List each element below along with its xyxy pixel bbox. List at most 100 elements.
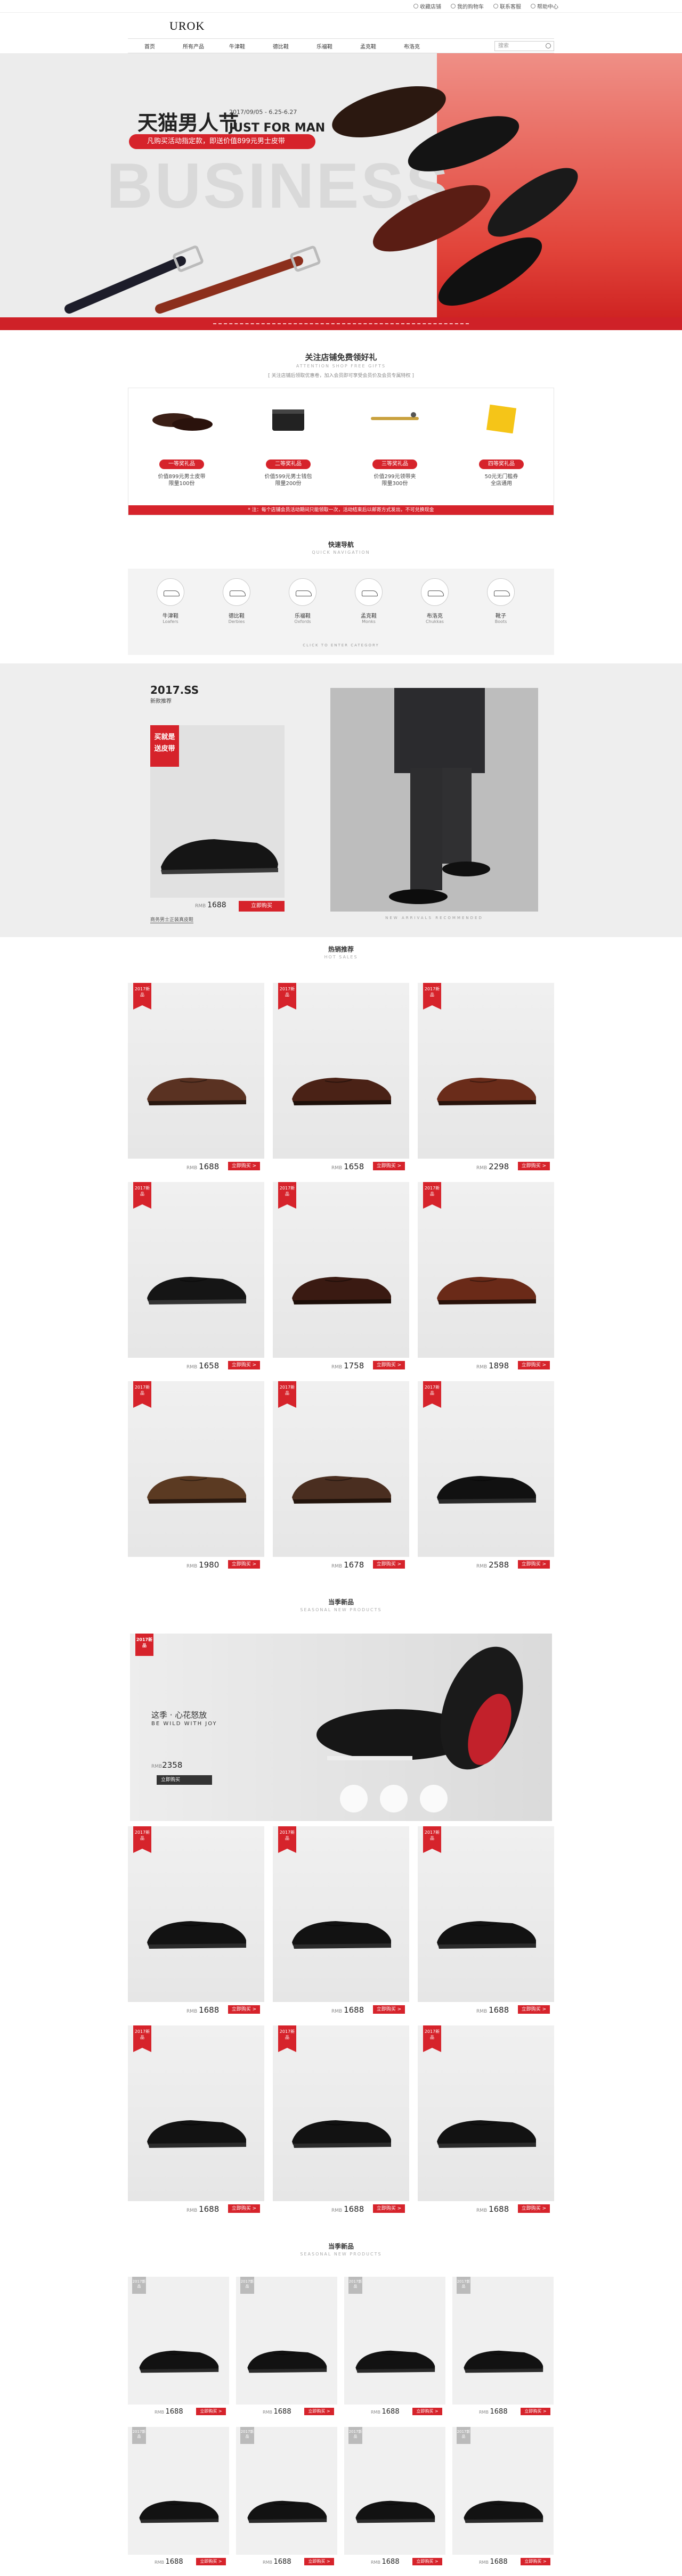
category-item[interactable]: 德比鞋 Derbies (210, 578, 263, 624)
buy-button[interactable]: 立即购买 > (518, 1560, 550, 1569)
product-price: RMB 2298 (476, 1162, 509, 1171)
coupon-card[interactable]: 三等奖礼品 价值299元领带夹 限量300份 (342, 388, 448, 505)
nav-item-home[interactable]: 首页 (128, 42, 172, 50)
nav-item-derby[interactable]: 德比鞋 (259, 42, 303, 50)
main-nav: 首页 所有产品 牛津鞋 德比鞋 乐福鞋 孟克鞋 布洛克 搜索 (128, 38, 554, 53)
buy-button[interactable]: 立即购买 > (518, 1162, 550, 1170)
new-tag: 2017新品 (278, 983, 296, 1010)
buy-button[interactable]: 立即购买 > (521, 2558, 550, 2565)
buy-button[interactable]: 立即购买 > (228, 1560, 260, 1569)
nav-item-monk[interactable]: 孟克鞋 (346, 42, 390, 50)
buy-button[interactable]: 立即购买 > (373, 2005, 405, 2014)
buy-button[interactable]: 立即购买 > (521, 2408, 550, 2415)
product-card[interactable]: 2017新品 RMB 1688 立即购买 > (273, 2025, 409, 2215)
product-card[interactable]: 2017新品 RMB 1688 立即购买 > (236, 2277, 337, 2421)
product-card[interactable]: 2017新品 RMB 1688 立即购买 > (128, 2025, 264, 2215)
buy-button[interactable]: 立即购买 > (304, 2558, 334, 2565)
product-image[interactable] (128, 2277, 229, 2405)
featured-caption[interactable]: 商务男士正装真皮鞋 (150, 916, 194, 923)
buy-button[interactable]: 立即购买 > (373, 1162, 405, 1170)
product-card[interactable]: 2017新品 RMB 1688 立即购买 > (273, 1826, 409, 2016)
product-card[interactable]: 2017新品 RMB 1688 立即购买 > (418, 2025, 554, 2215)
product-card[interactable]: 2017新品 RMB 1688 立即购买 > (128, 2427, 229, 2571)
product-card[interactable]: 2017新品 RMB 1898 立即购买 > (418, 1182, 554, 1372)
product-card[interactable]: 2017新品 RMB 1688 立即购买 > (236, 2427, 337, 2571)
search-icon[interactable] (546, 43, 551, 48)
product-card[interactable]: 2017新品 RMB 1758 立即购买 > (273, 1182, 409, 1372)
product-image[interactable] (452, 2277, 554, 2405)
nav-item-all[interactable]: 所有产品 (172, 42, 215, 50)
buy-button[interactable]: 立即购买 > (412, 2408, 442, 2415)
product-price: RMB 1688 (476, 2204, 509, 2214)
hero-banner[interactable]: BUSINESS 天猫男人节 2017/09/05 - 6.25-6.27 JU… (0, 53, 682, 330)
coupon-card[interactable]: 四等奖礼品 50元无门槛券 全店通用 (448, 388, 555, 505)
product-card[interactable]: 2017新品 RMB 2588 立即购买 > (418, 1381, 554, 1571)
buy-button[interactable]: 立即购买 > (373, 1361, 405, 1369)
heart-icon (413, 4, 418, 9)
buy-button[interactable]: 立即购买 > (412, 2558, 442, 2565)
product-image[interactable] (236, 2427, 337, 2555)
nav-item-brogue[interactable]: 布洛克 (390, 42, 434, 50)
util-link-service[interactable]: 联系客服 (493, 2, 521, 10)
chat-icon (493, 4, 498, 9)
coupon-button[interactable]: 二等奖礼品 (266, 460, 311, 469)
product-card[interactable]: 2017新品 RMB 1658 立即购买 > (128, 1182, 264, 1372)
nav-item-oxford[interactable]: 牛津鞋 (215, 42, 259, 50)
category-item[interactable]: 布洛克 Chukkas (408, 578, 461, 624)
category-item[interactable]: 乐福鞋 Oxfords (276, 578, 329, 624)
buy-button[interactable]: 立即购买 > (518, 1361, 550, 1369)
coupon-button[interactable]: 四等奖礼品 (479, 460, 524, 469)
shop-header: UROK (0, 13, 682, 38)
product-card[interactable]: 2017新品 RMB 2298 立即购买 > (418, 983, 554, 1172)
buy-button[interactable]: 立即购买 > (304, 2408, 334, 2415)
buy-button[interactable]: 立即购买 > (518, 2005, 550, 2014)
category-item[interactable]: 牛津鞋 Loafers (144, 578, 197, 624)
product-card[interactable]: 2017新品 RMB 1688 立即购买 > (452, 2277, 554, 2421)
coupon-button[interactable]: 一等奖礼品 (159, 460, 204, 469)
buy-button[interactable]: 立即购买 > (373, 1560, 405, 1569)
category-item[interactable]: 靴子 Boots (474, 578, 527, 624)
buy-button[interactable]: 立即购买 > (373, 2204, 405, 2213)
featured-product-image[interactable]: 买就是 送皮带 (150, 725, 285, 898)
product-card[interactable]: 2017新品 RMB 1678 立即购买 > (273, 1381, 409, 1571)
search-input[interactable]: 搜索 (494, 41, 554, 51)
product-image[interactable] (344, 2427, 445, 2555)
brand-logo[interactable]: UROK (169, 19, 205, 33)
spring-banner[interactable]: 2017新品 这季 · 心花怒放 BE WILD WITH JOY RMB235… (130, 1634, 552, 1821)
buy-button[interactable]: 立即购买 > (228, 1162, 260, 1170)
coupon-card[interactable]: 一等奖礼品 价值899元男士皮带 限量100份 (128, 388, 235, 505)
util-link-cart[interactable]: 我的购物车 (451, 2, 484, 10)
category-item[interactable]: 孟克鞋 Monks (342, 578, 395, 624)
hot-section-subtitle: HOT SALES (324, 955, 358, 959)
buy-button[interactable]: 立即购买 > (196, 2558, 226, 2565)
buy-button[interactable]: 立即购买 > (228, 2005, 260, 2014)
product-image[interactable] (236, 2277, 337, 2405)
product-card[interactable]: 2017新品 RMB 1688 立即购买 > (128, 983, 264, 1172)
product-card[interactable]: 2017新品 RMB 1688 立即购买 > (128, 1826, 264, 2016)
featured-season: 2017.SS (150, 684, 199, 696)
coupon-card[interactable]: 二等奖礼品 价值599元男士钱包 限量200份 (235, 388, 342, 505)
product-image[interactable] (452, 2427, 554, 2555)
product-card[interactable]: 2017新品 RMB 1688 立即购买 > (344, 2427, 445, 2571)
product-card[interactable]: 2017新品 RMB 1688 立即购买 > (452, 2427, 554, 2571)
nav-item-loafer[interactable]: 乐福鞋 (303, 42, 346, 50)
product-image[interactable] (344, 2277, 445, 2405)
buy-button[interactable]: 立即购买 > (196, 2408, 226, 2415)
product-card[interactable]: 2017新品 RMB 1688 立即购买 > (128, 2277, 229, 2421)
featured-buy-button[interactable]: 立即购买 (239, 901, 285, 912)
product-card[interactable]: 2017新品 RMB 1658 立即购买 > (273, 983, 409, 1172)
spring-banner-buy[interactable]: 立即购买 (157, 1775, 212, 1785)
product-card[interactable]: 2017新品 RMB 1688 立即购买 > (418, 1826, 554, 2016)
coupon-desc: 价值899元男士皮带 限量100份 (158, 474, 206, 487)
product-card[interactable]: 2017新品 RMB 1688 立即购买 > (344, 2277, 445, 2421)
product-card[interactable]: 2017新品 RMB 1980 立即购买 > (128, 1381, 264, 1571)
buy-button[interactable]: 立即购买 > (518, 2204, 550, 2213)
product-image[interactable] (128, 2427, 229, 2555)
buy-button[interactable]: 立即购买 > (228, 2204, 260, 2213)
coupon-button[interactable]: 三等奖礼品 (372, 460, 417, 469)
new-tag: 2017新品 (278, 1381, 296, 1408)
util-link-help[interactable]: 帮助中心 (531, 2, 558, 10)
util-link-fav[interactable]: 收藏店铺 (413, 2, 441, 10)
buy-button[interactable]: 立即购买 > (228, 1361, 260, 1369)
new-tag: 2017新品 (133, 1826, 151, 1853)
